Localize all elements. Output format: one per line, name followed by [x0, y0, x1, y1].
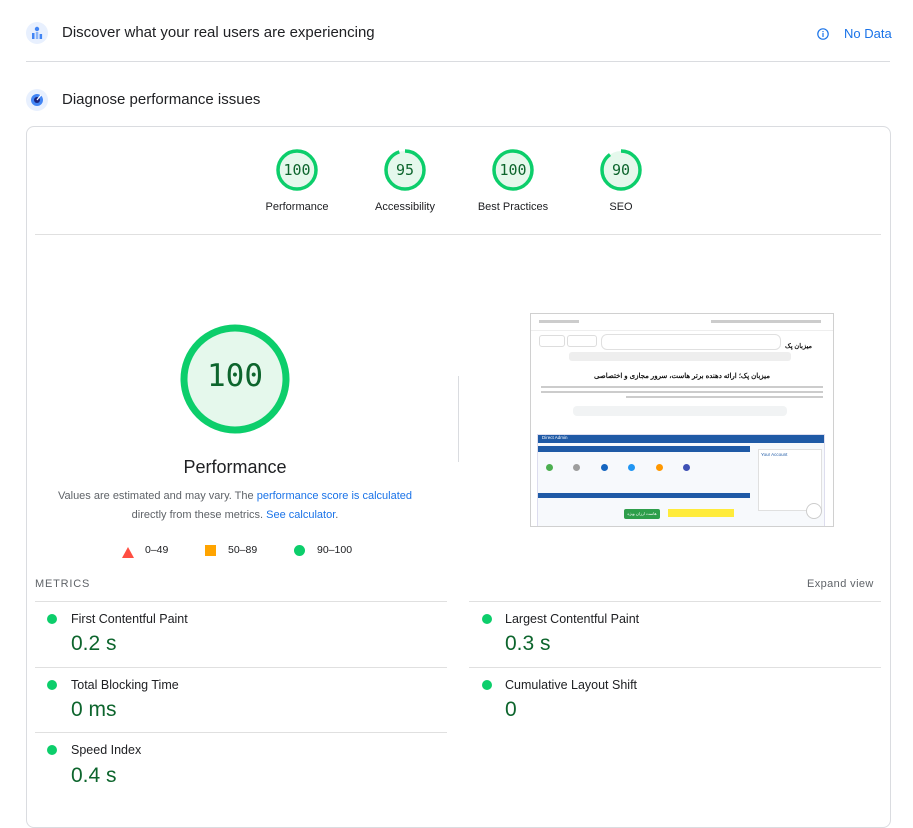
gauge-label: Performance — [265, 201, 329, 213]
section-divider — [26, 61, 890, 62]
metrics-divider — [35, 667, 447, 668]
gauge-ring: 90 — [599, 148, 643, 192]
performance-score: 100 — [207, 358, 263, 394]
performance-title: Performance — [183, 457, 287, 477]
page-screenshot-thumbnail[interactable]: میزبان پک میزبان پک؛ ارائه دهنده برتر ها… — [530, 313, 834, 527]
lab-data-icon — [26, 89, 48, 111]
gauge-ring: 100 — [275, 148, 319, 192]
field-data-title: Discover what your real users are experi… — [62, 24, 375, 41]
lcp-status-icon — [482, 614, 492, 624]
thumb-login — [539, 335, 565, 347]
gauges-divider — [35, 234, 881, 235]
thumb-desc — [541, 386, 823, 400]
fcp-label: First Contentful Paint — [71, 612, 188, 626]
tbt-value: 0 ms — [71, 698, 117, 721]
legend-average-icon — [205, 545, 216, 556]
explain-text-2: directly from these metrics. — [131, 509, 267, 521]
thumb-headline: میزبان پک؛ ارائه دهنده برتر هاست، سرور م… — [593, 373, 771, 380]
gauge-ring: 100 — [491, 148, 535, 192]
gauge-accessibility[interactable]: 95 Accessibility — [350, 148, 460, 213]
thumb-topbar — [531, 314, 833, 331]
explain-text-1: Values are estimated and may vary. The — [57, 490, 257, 502]
si-value: 0.4 s — [71, 764, 117, 787]
gauge-label: SEO — [609, 201, 633, 213]
gauge-score: 100 — [499, 161, 527, 179]
gauge-label: Best Practices — [477, 201, 549, 213]
lcp-value: 0.3 s — [505, 632, 551, 655]
fcp-value: 0.2 s — [71, 632, 117, 655]
metrics-divider — [469, 667, 881, 668]
thumb-brand: میزبان پک — [785, 343, 813, 350]
lcp-label: Largest Contentful Paint — [505, 612, 640, 626]
cls-value: 0 — [505, 698, 517, 721]
info-icon[interactable] — [817, 27, 829, 40]
metrics-header: METRICS — [35, 578, 91, 590]
thumb-search — [573, 406, 787, 416]
legend-pass-icon — [294, 545, 305, 556]
gauge-best-practices[interactable]: 100 Best Practices — [458, 148, 568, 213]
thumb-cart — [567, 335, 597, 347]
gauge-label: Accessibility — [375, 201, 435, 213]
gauge-performance[interactable]: 100 Performance — [242, 148, 352, 213]
gauge-seo[interactable]: 90 SEO — [566, 148, 676, 213]
thumb-nav — [601, 334, 781, 350]
see-calculator-link[interactable]: See calculator — [266, 509, 335, 521]
gauge-score: 95 — [395, 161, 415, 179]
vertical-divider — [458, 376, 459, 462]
thumb-logo: میزبان پک — [785, 335, 825, 350]
fcp-status-icon — [47, 614, 57, 624]
gauge-score: 90 — [611, 161, 631, 179]
metrics-divider — [35, 732, 447, 733]
thumb-panel-side: Your Account — [761, 452, 788, 457]
legend-average-range: 50–89 — [228, 544, 258, 556]
legend-pass-range: 90–100 — [317, 544, 353, 556]
thumb-cta-label: هاست ارزان ویژه — [627, 511, 657, 516]
thumb-cta: هاست ارزان ویژه — [624, 509, 660, 519]
tbt-label: Total Blocking Time — [71, 678, 179, 692]
expand-view-button[interactable]: Expand view — [807, 578, 874, 590]
tbt-status-icon — [47, 680, 57, 690]
explain-text-3: . — [335, 509, 339, 521]
lab-data-title: Diagnose performance issues — [62, 91, 261, 108]
si-status-icon — [47, 745, 57, 755]
score-calculated-link[interactable]: performance score is calculated — [257, 490, 412, 502]
metrics-divider — [469, 601, 881, 602]
cls-label: Cumulative Layout Shift — [505, 678, 638, 692]
no-data-status[interactable]: No Data — [844, 26, 892, 41]
si-label: Speed Index — [71, 743, 142, 757]
thumb-panel: Direct Admin Your Account هاست ارزان ویژ… — [537, 434, 825, 526]
gauge-ring: 95 — [383, 148, 427, 192]
metrics-divider — [35, 601, 447, 602]
field-data-icon — [26, 22, 48, 44]
gauge-score: 100 — [283, 161, 311, 179]
legend-fail-icon — [122, 545, 134, 563]
legend-fail-range: 0–49 — [145, 544, 169, 556]
thumb-panel-title: Direct Admin — [542, 435, 568, 440]
thumb-banner — [569, 352, 791, 361]
cls-status-icon — [482, 680, 492, 690]
score-explanation: Values are estimated and may vary. The p… — [45, 487, 425, 525]
